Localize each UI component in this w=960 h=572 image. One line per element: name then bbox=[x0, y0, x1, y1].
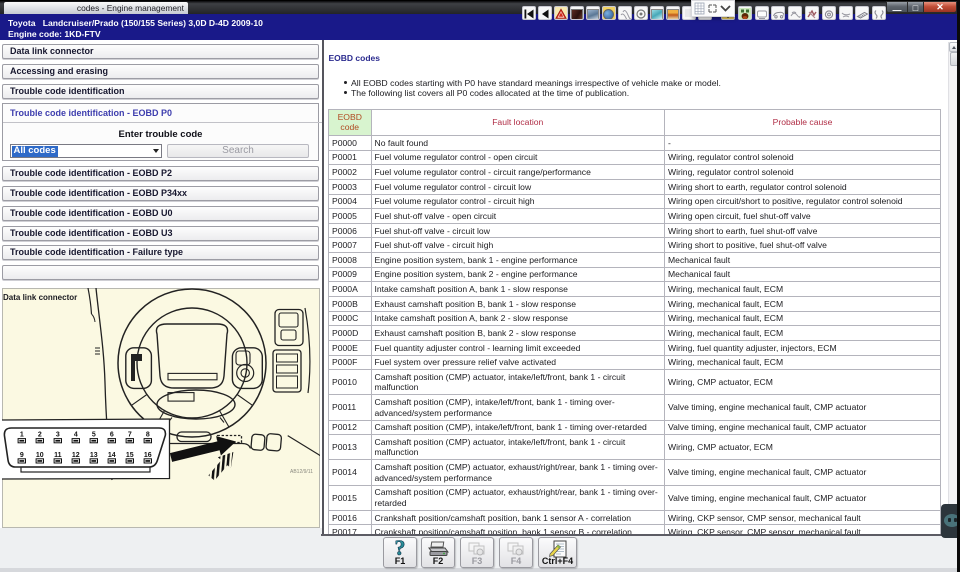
svg-text:8: 8 bbox=[146, 432, 150, 439]
svg-text:16: 16 bbox=[144, 452, 152, 459]
svg-text:13: 13 bbox=[90, 452, 98, 459]
svg-text:4: 4 bbox=[74, 432, 78, 439]
svg-text:11: 11 bbox=[54, 452, 62, 459]
svg-text:12: 12 bbox=[72, 452, 80, 459]
svg-text:15: 15 bbox=[126, 452, 134, 459]
svg-text:10: 10 bbox=[36, 452, 44, 459]
svg-text:1: 1 bbox=[20, 432, 24, 439]
svg-text:2: 2 bbox=[38, 432, 42, 439]
svg-text:14: 14 bbox=[108, 452, 116, 459]
svg-text:AB12/9/11: AB12/9/11 bbox=[290, 469, 313, 475]
svg-text:7: 7 bbox=[128, 432, 132, 439]
svg-text:6: 6 bbox=[110, 432, 114, 439]
svg-text:5: 5 bbox=[92, 432, 96, 439]
svg-text:3: 3 bbox=[56, 432, 60, 439]
svg-text:9: 9 bbox=[20, 452, 24, 459]
